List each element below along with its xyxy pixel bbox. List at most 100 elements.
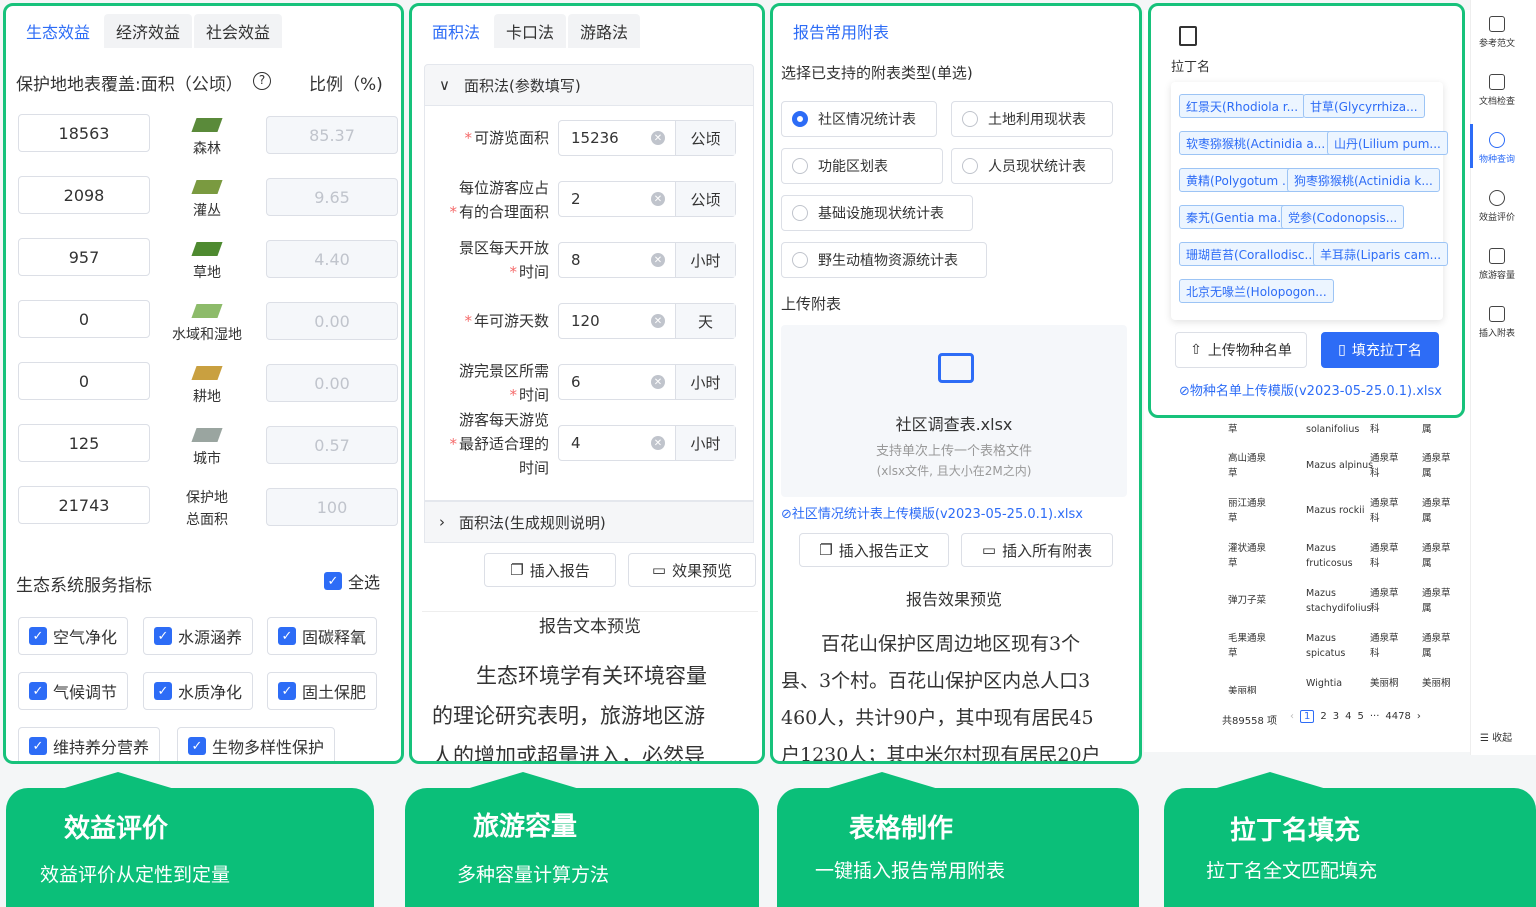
- shrub-area-input[interactable]: 2098: [18, 176, 150, 214]
- service-soil[interactable]: ✓ 固土保肥: [267, 672, 378, 710]
- select-all[interactable]: ✓ 全选: [324, 569, 380, 593]
- option-community[interactable]: 社区情况统计表: [781, 101, 937, 137]
- section-rules[interactable]: › 面积法(生成规则说明): [424, 501, 754, 543]
- species-tag[interactable]: 羊耳蒜(Liparis cam...: [1313, 242, 1449, 266]
- service-air[interactable]: ✓ 空气净化: [18, 617, 129, 655]
- preview-button[interactable]: ▭ 效果预览: [628, 553, 756, 587]
- option-zoning[interactable]: 功能区划表: [781, 148, 943, 184]
- species-tag[interactable]: 山丹(Lilium pum...: [1327, 131, 1448, 155]
- option-land-use[interactable]: 土地利用现状表: [951, 101, 1113, 137]
- collapse-button[interactable]: ☰ 收起: [1480, 729, 1512, 744]
- help-icon[interactable]: ?: [253, 72, 271, 90]
- field-days[interactable]: 120 ✕ 天: [558, 303, 736, 339]
- shrub-ratio: 9.65: [266, 178, 398, 216]
- service-biodiversity[interactable]: ✓ 生物多样性保护: [177, 727, 336, 761]
- forest-area-input[interactable]: 18563: [18, 114, 150, 152]
- clear-icon[interactable]: ✕: [651, 253, 665, 267]
- field-visitable-area[interactable]: 15236 ✕ 公顷: [558, 120, 736, 156]
- clear-icon[interactable]: ✕: [651, 436, 665, 450]
- link-icon: ⊘: [781, 507, 792, 522]
- total-area-input[interactable]: 21743: [18, 486, 150, 524]
- tab-social[interactable]: 社会效益: [194, 14, 283, 48]
- species-tag[interactable]: 黄精(Polygotum ...: [1179, 168, 1301, 192]
- species-tag[interactable]: 软枣猕猴桃(Actinidia a...: [1179, 131, 1333, 155]
- right-sidebar: [1470, 0, 1536, 755]
- page-5[interactable]: 5: [1358, 711, 1364, 722]
- grass-area-input[interactable]: 957: [18, 238, 150, 276]
- field-per-visitor-area[interactable]: 2 ✕ 公顷: [558, 181, 736, 217]
- city-area-input[interactable]: 125: [18, 424, 150, 462]
- clear-icon[interactable]: ✕: [651, 192, 665, 206]
- tab-route-method[interactable]: 游路法: [568, 14, 641, 48]
- water-area-input[interactable]: 0: [18, 300, 150, 338]
- service-carbon[interactable]: ✓ 固碳释氧: [267, 617, 378, 655]
- benefit-panel: 生态效益 经济效益 社会效益 保护地地表覆盖:面积（公顷） ? 比例（%) 18…: [3, 3, 404, 764]
- fill-latin-button[interactable]: ▯ 填充拉丁名: [1321, 332, 1439, 368]
- card-table: 表格制作 一键插入报告常用附表: [777, 772, 1139, 907]
- field-comfort-time[interactable]: 4 ✕ 小时: [558, 425, 736, 461]
- sidebar-reference[interactable]: 参考范文: [1474, 16, 1520, 49]
- option-wildlife[interactable]: 野生动植物资源统计表: [781, 242, 987, 278]
- select-label: 选择已支持的附表类型(单选): [781, 64, 973, 82]
- chevron-right-icon: ›: [439, 513, 445, 531]
- page-1[interactable]: 1: [1300, 710, 1315, 723]
- field-open-hours[interactable]: 8 ✕ 小时: [558, 242, 736, 278]
- insert-body-button[interactable]: ❐ 插入报告正文: [799, 533, 949, 567]
- sidebar-doc-check[interactable]: 文档检查: [1474, 74, 1520, 107]
- species-tag[interactable]: 甘草(Glycyrrhiza...: [1303, 94, 1425, 118]
- tab-ecological[interactable]: 生态效益: [14, 14, 103, 48]
- template-link[interactable]: ⊘社区情况统计表上传模版(v2023-05-25.0.1).xlsx: [781, 503, 1083, 522]
- page-last[interactable]: 4478: [1385, 711, 1410, 722]
- card-benefit: 效益评价 效益评价从定性到定量: [6, 772, 374, 907]
- option-personnel[interactable]: 人员现状统计表: [951, 148, 1113, 184]
- option-infrastructure[interactable]: 基础设施现状统计表: [781, 195, 973, 231]
- species-tag[interactable]: 北京无喙兰(Holopogon...: [1179, 279, 1334, 303]
- sidebar-benefit[interactable]: 效益评价: [1474, 190, 1520, 223]
- collapse-icon: ☰: [1480, 733, 1493, 744]
- species-tag[interactable]: 珊瑚苣苔(Corallodisc...: [1179, 242, 1323, 266]
- service-nutrient[interactable]: ✓ 维持养分营养: [18, 727, 161, 761]
- total-label-2: 总面积: [186, 512, 228, 528]
- insert-report-button[interactable]: ❐ 插入报告: [484, 553, 616, 587]
- clear-icon[interactable]: ✕: [651, 314, 665, 328]
- preview-icon: ▭: [981, 541, 997, 559]
- species-tag[interactable]: 秦艽(Gentia ma...: [1179, 205, 1296, 229]
- prev-page-icon[interactable]: ‹: [1290, 711, 1294, 722]
- field-tour-time[interactable]: 6 ✕ 小时: [558, 364, 736, 400]
- sidebar-species[interactable]: 物种查询: [1474, 132, 1520, 165]
- page-ellipsis[interactable]: ···: [1370, 711, 1380, 722]
- next-page-icon[interactable]: ›: [1417, 711, 1421, 722]
- upload-species-button[interactable]: ⇧ 上传物种名单: [1175, 332, 1307, 368]
- page-4[interactable]: 4: [1345, 711, 1351, 722]
- farmland-area-input[interactable]: 0: [18, 362, 150, 400]
- tab-common-tables[interactable]: 报告常用附表: [781, 14, 902, 48]
- page-3[interactable]: 3: [1333, 711, 1339, 722]
- select-all-checkbox[interactable]: ✓: [324, 572, 342, 590]
- service-water-conservation[interactable]: ✓ 水源涵养: [143, 617, 254, 655]
- area-header: 保护地地表覆盖:面积（公顷）: [16, 75, 243, 95]
- species-tag[interactable]: 红景天(Rhodiola r...: [1179, 94, 1306, 118]
- tab-economic[interactable]: 经济效益: [104, 14, 193, 48]
- sidebar-insert-table[interactable]: 插入附表: [1474, 306, 1520, 339]
- species-template-link[interactable]: ⊘物种名单上传模版(v2023-05-25.0.1).xlsx: [1179, 380, 1442, 399]
- species-tag[interactable]: 狗枣猕猴桃(Actinidia k...: [1287, 168, 1440, 192]
- service-water-quality[interactable]: ✓ 水质净化: [143, 672, 254, 710]
- clear-icon[interactable]: ✕: [651, 131, 665, 145]
- species-tag[interactable]: 党参(Codonopsis...: [1281, 205, 1405, 229]
- page-2[interactable]: 2: [1320, 711, 1326, 722]
- insert-all-tables-button[interactable]: ▭ 插入所有附表: [961, 533, 1113, 567]
- card-capacity: 旅游容量 多种容量计算方法: [405, 772, 759, 907]
- pagination: ‹ 1 2 3 4 5 ··· 4478 ›: [1290, 710, 1421, 723]
- clear-icon[interactable]: ✕: [651, 375, 665, 389]
- section-params[interactable]: ∨ 面积法(参数填写): [424, 64, 754, 106]
- tab-checkpoint-method[interactable]: 卡口法: [494, 14, 567, 48]
- tab-area-method[interactable]: 面积法: [420, 14, 493, 48]
- city-icon: [191, 428, 223, 442]
- service-climate[interactable]: ✓ 气候调节: [18, 672, 129, 710]
- preview-text: 生态环境学有关环境容量 的理论研究表明，旅游地区游 人的增加或超量进入，必然导: [432, 664, 707, 764]
- shrub-icon: [191, 180, 223, 194]
- sidebar-capacity[interactable]: 旅游容量: [1474, 248, 1520, 281]
- latin-title: 拉丁名: [1171, 60, 1211, 75]
- upload-dropzone[interactable]: 社区调查表.xlsx 支持单次上传一个表格文件 (xlsx文件, 且大小在2M之…: [781, 325, 1127, 497]
- table-row[interactable]: 美丽桐 Wightia 美丽桐 美丽桐: [1222, 676, 1462, 694]
